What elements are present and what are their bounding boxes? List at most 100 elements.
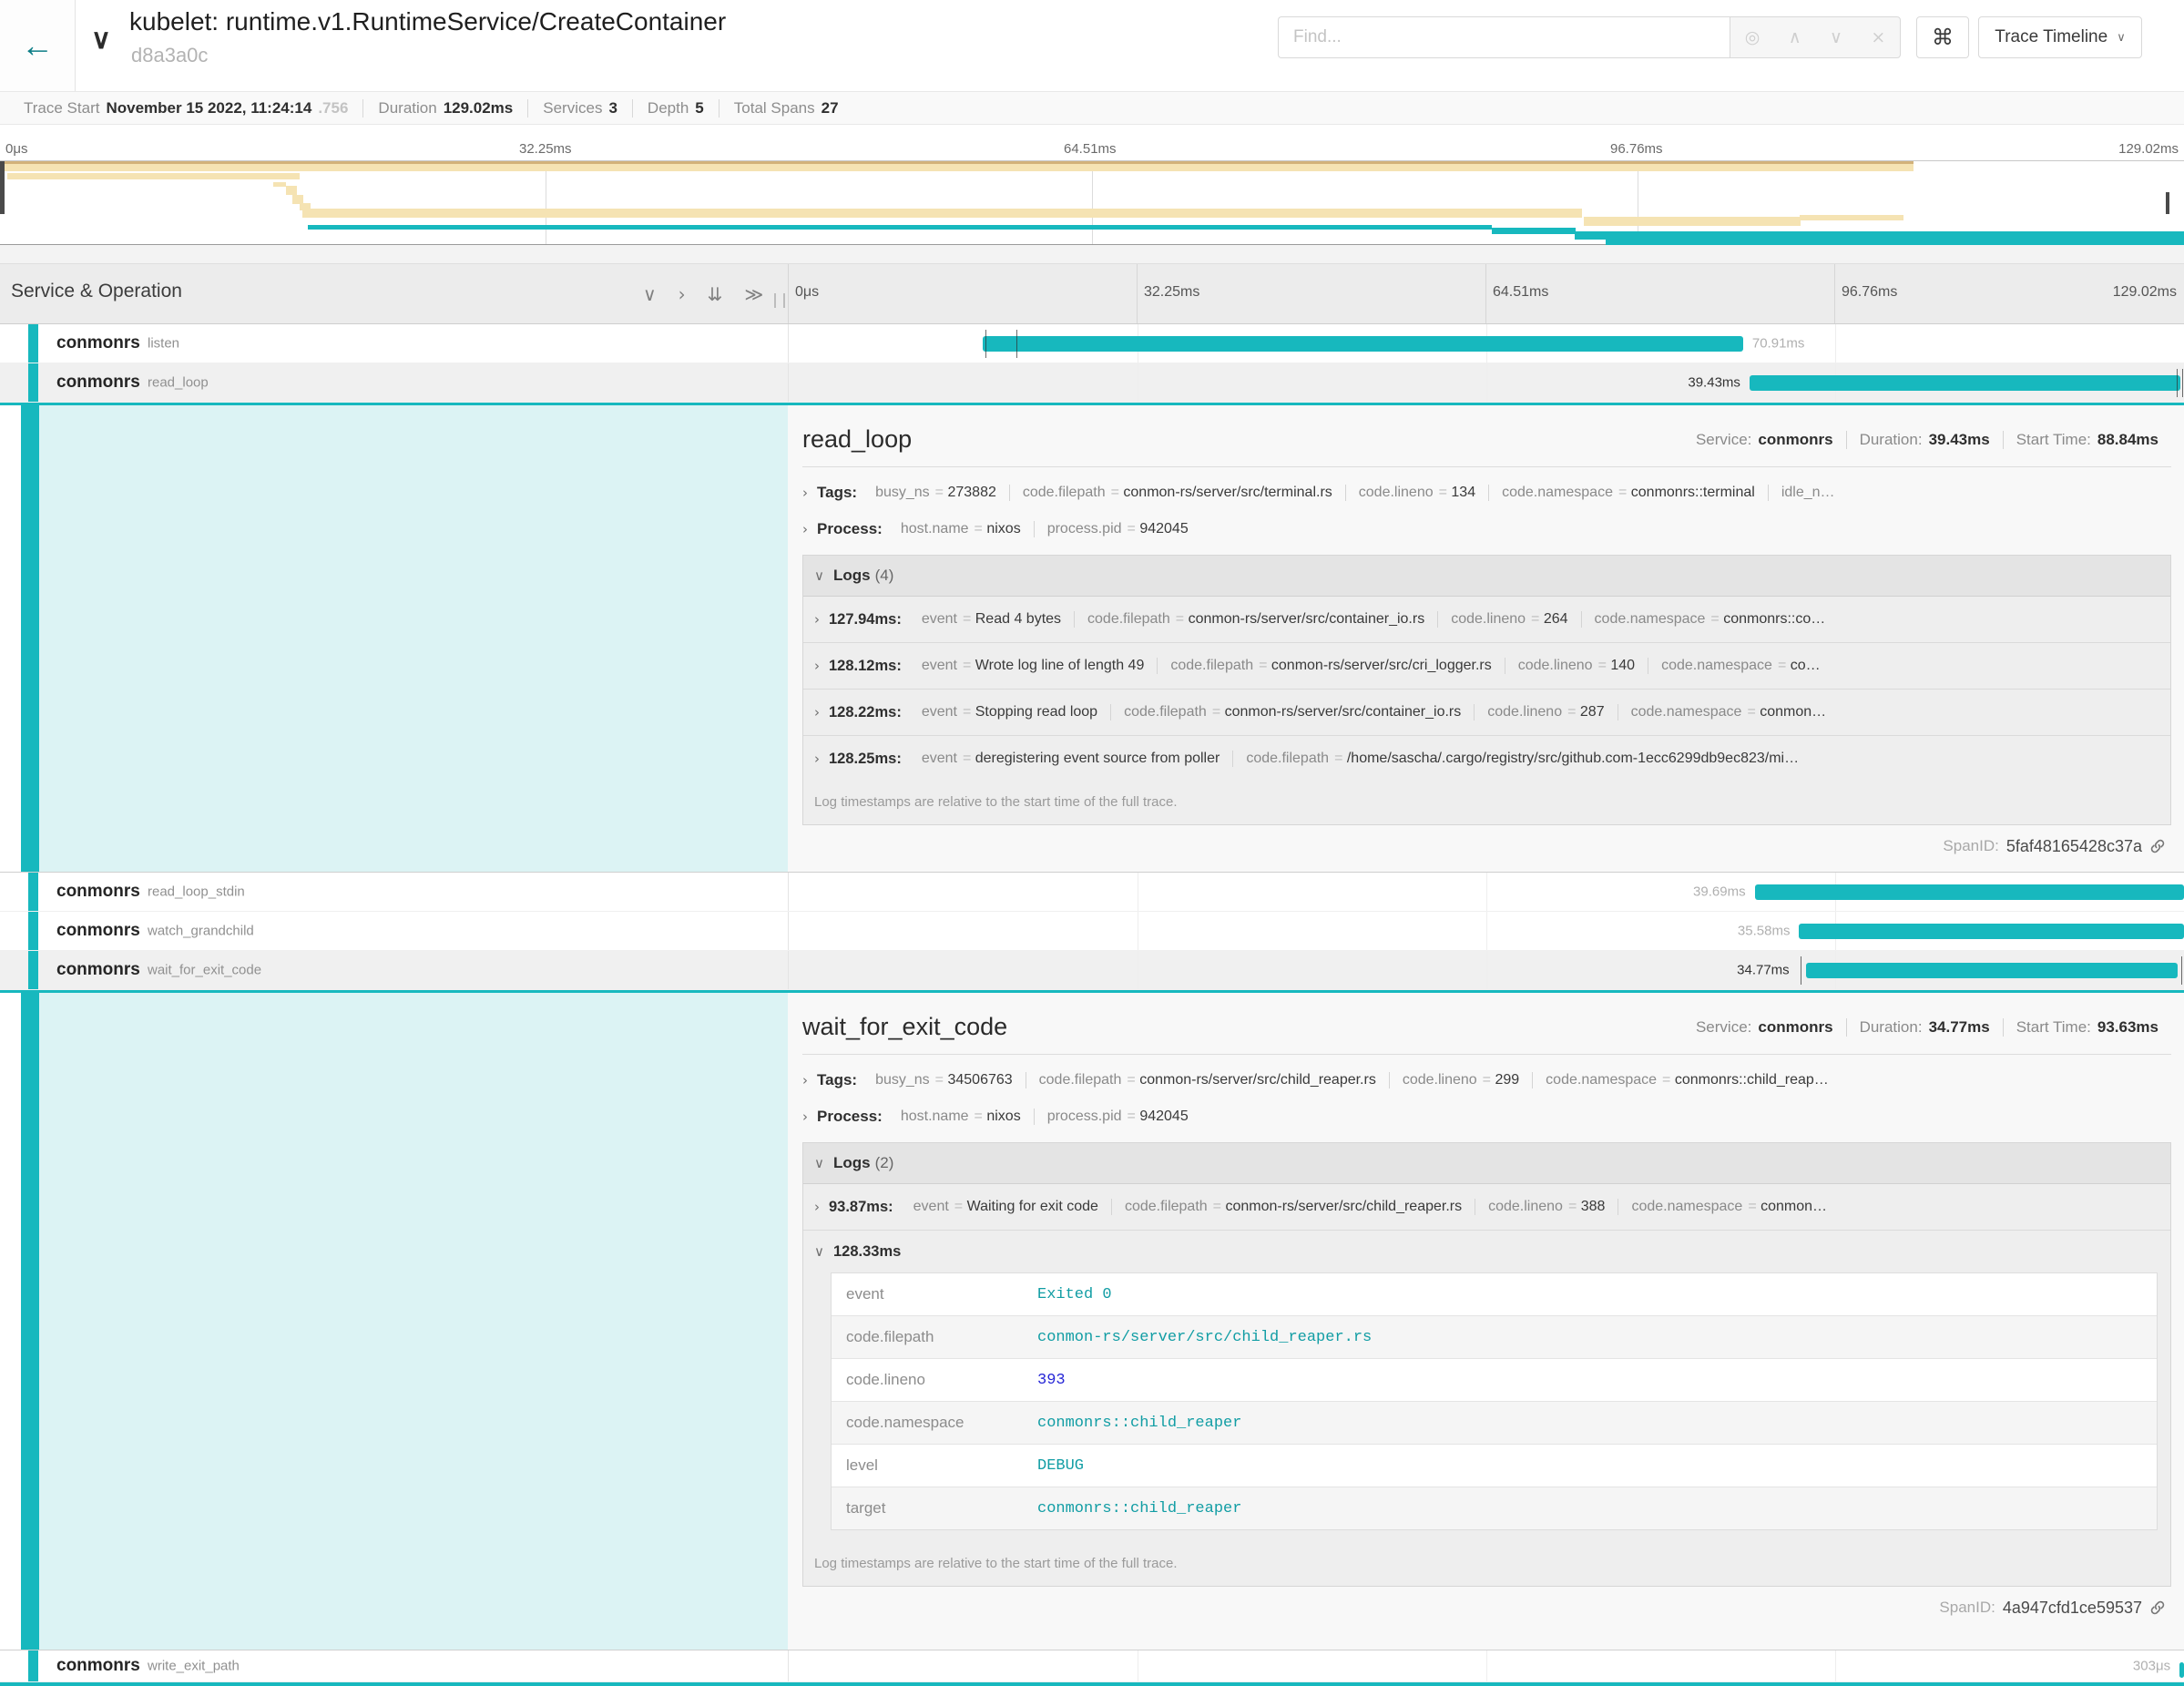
operation-name: read_loop_stdin bbox=[148, 884, 245, 900]
process-chip: host.namenixos bbox=[888, 1109, 1034, 1125]
span-row-read-loop[interactable]: conmonrs read_loop 39.43ms bbox=[0, 363, 2184, 403]
span-row-write-exit-path[interactable]: conmonrs write_exit_path 303μs bbox=[0, 1650, 2184, 1682]
log-entry-row[interactable]: › 128.25ms: eventderegistering event sou… bbox=[803, 735, 2170, 782]
span-id-row: SpanID: 4a947cfd1ce59537 bbox=[802, 1587, 2171, 1629]
prev-result-icon[interactable]: ∧ bbox=[1789, 29, 1801, 46]
minimap-gridline bbox=[1092, 161, 1093, 244]
log-field: eventderegistering event source from pol… bbox=[909, 751, 1233, 767]
span-id-row: SpanID: 5faf48165428c37a bbox=[802, 825, 2171, 867]
tag-chip: code.filepathconmon-rs/server/src/termin… bbox=[1009, 485, 1345, 501]
collapse-trace-header-icon[interactable]: ∨ bbox=[91, 24, 111, 56]
header-gridline bbox=[1137, 264, 1138, 323]
timeline-tick: 129.02ms bbox=[2113, 284, 2177, 301]
log-field: code.filepathconmon-rs/server/src/cri_lo… bbox=[1157, 658, 1504, 674]
logs-header[interactable]: ∨ Logs (4) bbox=[803, 556, 2170, 597]
service-name: conmonrs bbox=[56, 882, 140, 902]
clear-search-icon[interactable]: × bbox=[1871, 29, 1885, 46]
next-detail-top-border bbox=[0, 1682, 2184, 1686]
next-result-icon[interactable]: ∨ bbox=[1830, 29, 1842, 46]
minimap-span-bar bbox=[286, 186, 297, 195]
process-toggle-row[interactable]: › Process: host.namenixos process.pid942… bbox=[802, 1100, 2171, 1133]
minimap-span-bar bbox=[1606, 239, 2184, 245]
span-bar[interactable] bbox=[983, 336, 1743, 352]
tag-chip: code.filepathconmon-rs/server/src/child_… bbox=[1026, 1072, 1389, 1088]
header-gridline bbox=[788, 264, 789, 323]
deep-link-icon[interactable] bbox=[2149, 838, 2166, 854]
expand-all-icon[interactable]: ≫ bbox=[744, 283, 763, 305]
log-entry-row[interactable]: › 93.87ms: eventWaiting for exit code co… bbox=[803, 1184, 2170, 1230]
service-name: conmonrs bbox=[56, 373, 140, 393]
log-marker bbox=[985, 330, 986, 358]
back-arrow-icon: ← bbox=[21, 26, 54, 65]
operation-name: write_exit_path bbox=[148, 1659, 240, 1674]
log-entry-row[interactable]: › 128.12ms: eventWrote log line of lengt… bbox=[803, 642, 2170, 689]
detail-span-title: read_loop bbox=[802, 425, 912, 454]
span-bar[interactable] bbox=[1806, 963, 2178, 978]
logs-footnote: Log timestamps are relative to the start… bbox=[803, 782, 2170, 824]
chevron-down-icon: ∨ bbox=[814, 1243, 824, 1260]
log-field: code.namespaceco… bbox=[1648, 658, 1833, 674]
minimap-tick: 64.51ms bbox=[1064, 141, 1117, 157]
operation-name: read_loop bbox=[148, 375, 209, 391]
span-row-wait-for-exit-code[interactable]: conmonrs wait_for_exit_code 34.77ms bbox=[0, 951, 2184, 990]
operation-name: watch_grandchild bbox=[148, 924, 254, 939]
process-toggle-row[interactable]: › Process: host.namenixos process.pid942… bbox=[802, 513, 2171, 546]
keyboard-shortcuts-button[interactable]: ⌘ bbox=[1916, 16, 1969, 58]
operation-name: wait_for_exit_code bbox=[148, 963, 261, 978]
span-row-read-loop-stdin[interactable]: conmonrs read_loop_stdin 39.69ms bbox=[0, 873, 2184, 912]
span-bar[interactable] bbox=[1799, 924, 2184, 939]
log-entry-row[interactable]: › 127.94ms: eventRead 4 bytes code.filep… bbox=[803, 597, 2170, 642]
span-row-listen[interactable]: conmonrs listen 70.91ms bbox=[0, 324, 2184, 363]
back-button[interactable]: ← bbox=[0, 0, 76, 91]
service-color-stripe bbox=[28, 912, 38, 950]
log-entry-row[interactable]: › 128.22ms: eventStopping read loop code… bbox=[803, 689, 2170, 735]
minimap-span-bar bbox=[1800, 215, 1903, 220]
summary-duration: Duration 129.02ms bbox=[362, 99, 527, 118]
log-entry-toggle[interactable]: ∨ 128.33ms bbox=[803, 1231, 2170, 1272]
minimap-left-handle[interactable] bbox=[0, 161, 5, 214]
logs-header[interactable]: ∨ Logs (2) bbox=[803, 1143, 2170, 1184]
span-bar[interactable] bbox=[1755, 884, 2184, 900]
tag-chip: busy_ns34506763 bbox=[862, 1072, 1026, 1088]
tags-toggle-row[interactable]: › Tags: busy_ns273882 code.filepathconmo… bbox=[802, 476, 2171, 509]
column-resizer-handle[interactable] bbox=[774, 293, 785, 308]
chevron-right-icon: › bbox=[802, 1072, 808, 1088]
minimap-span-bar bbox=[302, 209, 1582, 218]
tags-toggle-row[interactable]: › Tags: busy_ns34506763 code.filepathcon… bbox=[802, 1064, 2171, 1097]
log-fields-table: eventExited 0 code.filepathconmon-rs/ser… bbox=[831, 1272, 2158, 1530]
minimap-tick: 129.02ms bbox=[2118, 141, 2179, 157]
deep-link-icon[interactable] bbox=[2149, 1599, 2166, 1616]
chevron-right-icon: › bbox=[802, 1109, 808, 1125]
minimap-tick: 0μs bbox=[5, 141, 28, 157]
log-field: code.filepathconmon-rs/server/src/contai… bbox=[1074, 611, 1437, 628]
operation-name: listen bbox=[148, 336, 179, 352]
log-field: code.namespaceconmon… bbox=[1618, 1199, 1840, 1215]
logs-accordion: ∨ Logs (4) › 127.94ms: eventRead 4 bytes… bbox=[802, 555, 2171, 825]
detail-color-stripe bbox=[21, 405, 39, 872]
span-duration-label: 35.58ms bbox=[1738, 924, 1791, 939]
process-chip: host.namenixos bbox=[888, 521, 1034, 537]
chevron-right-icon: › bbox=[814, 658, 820, 674]
find-input[interactable] bbox=[1278, 16, 1730, 58]
tag-chip: idle_n… bbox=[1768, 485, 1848, 501]
collapse-all-icon[interactable]: ⇊ bbox=[708, 283, 723, 305]
header-gridline bbox=[1834, 264, 1835, 323]
collapse-one-icon[interactable]: ∨ bbox=[643, 283, 657, 305]
span-bar[interactable] bbox=[1750, 375, 2180, 391]
span-bar[interactable] bbox=[2179, 1662, 2184, 1678]
service-color-stripe bbox=[28, 873, 38, 911]
log-field: eventRead 4 bytes bbox=[909, 611, 1074, 628]
span-row-watch-grandchild[interactable]: conmonrs watch_grandchild 35.58ms bbox=[0, 912, 2184, 951]
chevron-right-icon: › bbox=[802, 521, 808, 537]
minimap-right-handle[interactable] bbox=[2166, 192, 2169, 214]
tag-chip: busy_ns273882 bbox=[862, 485, 1009, 501]
service-color-stripe bbox=[28, 951, 38, 989]
trace-timeline-page: ← ∨ kubelet: runtime.v1.RuntimeService/C… bbox=[0, 0, 2184, 1686]
expand-one-icon[interactable]: › bbox=[679, 283, 686, 305]
focus-target-icon[interactable]: ◎ bbox=[1745, 29, 1760, 46]
view-selector-button[interactable]: Trace Timeline ∨ bbox=[1978, 16, 2142, 58]
minimap-canvas[interactable] bbox=[0, 160, 2184, 245]
trace-summary-bar: Trace Start November 15 2022, 11:24:14 .… bbox=[0, 91, 2184, 125]
trace-id: d8a3a0c bbox=[131, 44, 208, 67]
timeline-tick: 32.25ms bbox=[1144, 284, 1199, 301]
